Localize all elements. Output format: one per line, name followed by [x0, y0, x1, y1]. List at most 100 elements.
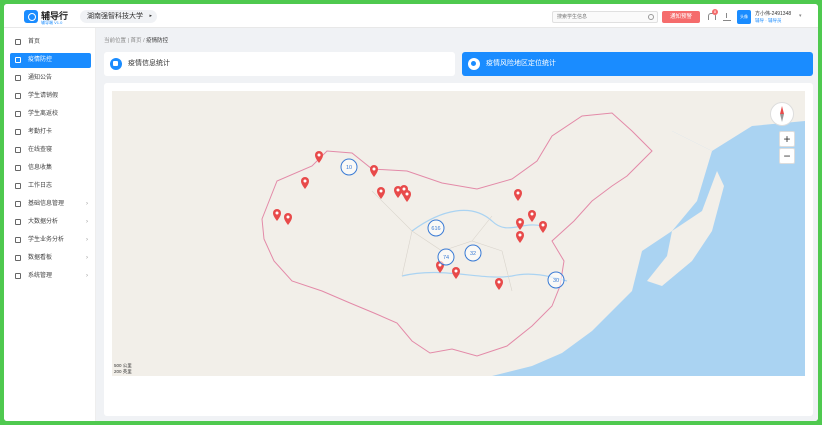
- business-icon: [15, 237, 21, 243]
- school-name: 湖南强智科技大学: [87, 13, 143, 20]
- search-input[interactable]: [553, 12, 643, 22]
- zoom-out-button[interactable]: −: [779, 148, 795, 164]
- sidebar-item-11[interactable]: 学生业务分析 ›: [10, 233, 91, 248]
- app-window: 辅导行 辅导端 V1.0 湖南强智科技大学 ▸ 通知预警 8 头像 方小伟-24…: [4, 4, 818, 421]
- analysis-icon: [15, 219, 21, 225]
- logo-icon: [24, 10, 38, 23]
- sidebar-item-7[interactable]: 信息收集: [10, 161, 91, 176]
- shield-icon: [15, 57, 21, 63]
- sidebar-item-label: 学生请销假: [28, 93, 59, 99]
- alert-notice-button[interactable]: 通知预警: [662, 11, 700, 23]
- avatar[interactable]: 头像: [737, 10, 751, 24]
- zoom-in-button[interactable]: +: [779, 131, 795, 147]
- chevron-right-icon: ›: [86, 201, 88, 207]
- map-cluster[interactable]: 74: [437, 248, 455, 266]
- map-pin-dot: [405, 192, 409, 196]
- sidebar-item-1[interactable]: 疫情防控: [10, 53, 91, 68]
- dorm-icon: [15, 147, 21, 153]
- checkin-icon: [15, 129, 21, 135]
- sidebar-item-8[interactable]: 工作日志: [10, 179, 91, 194]
- chevron-right-icon: ›: [86, 273, 88, 279]
- sidebar-item-13[interactable]: 系统管理 ›: [10, 269, 91, 284]
- search-icon[interactable]: [648, 14, 654, 20]
- sidebar-item-6[interactable]: 在线查寝: [10, 143, 91, 158]
- breadcrumb-current: 疫情防控: [146, 38, 169, 44]
- map-pin-dot: [541, 223, 545, 227]
- map-cluster[interactable]: 30: [547, 271, 565, 289]
- compass-icon[interactable]: [770, 102, 794, 126]
- map-cluster-count: 10: [346, 165, 352, 171]
- map-pin-dot: [516, 191, 520, 195]
- sidebar-item-label: 工作日志: [28, 183, 53, 189]
- sidebar-item-label: 在线查寝: [28, 147, 53, 153]
- sidebar-item-label: 学生业务分析: [28, 237, 65, 243]
- sidebar-item-label: 大数据分析: [28, 219, 59, 225]
- sidebar-item-5[interactable]: 考勤打卡: [10, 125, 91, 140]
- sidebar-item-label: 信息收集: [28, 165, 53, 171]
- download-icon[interactable]: [723, 13, 731, 21]
- building-icon: [15, 111, 21, 117]
- leave-icon: [15, 93, 21, 99]
- sidebar-item-12[interactable]: 数据看板 ›: [10, 251, 91, 266]
- map-pin-dot: [372, 167, 376, 171]
- location-icon: [468, 58, 480, 70]
- sidebar-item-label: 基础信息管理: [28, 201, 65, 207]
- map-pin-dot: [317, 153, 321, 157]
- map-cluster-count: 32: [470, 251, 476, 257]
- stats-icon: [110, 58, 122, 70]
- sidebar-item-9[interactable]: 基础信息管理 ›: [10, 197, 91, 212]
- map-cluster-count: 616: [431, 226, 440, 232]
- map-cluster-count: 30: [553, 278, 559, 284]
- sidebar-item-2[interactable]: 通知公告: [10, 71, 91, 86]
- sidebar-item-label: 数据看板: [28, 255, 53, 261]
- dashboard-icon: [15, 255, 21, 261]
- breadcrumb: 当前位置 | 首页 / 疫情防控: [104, 38, 169, 44]
- home-icon: [15, 39, 21, 45]
- sidebar-item-label: 疫情防控: [28, 57, 53, 63]
- sidebar-item-label: 考勤打卡: [28, 129, 53, 135]
- map-pin-dot: [438, 263, 442, 267]
- map-pin-dot: [402, 187, 406, 191]
- sidebar-item-4[interactable]: 学生离返校: [10, 107, 91, 122]
- map-pin-dot: [518, 233, 522, 237]
- sidebar: 首页疫情防控通知公告学生请销假学生离返校考勤打卡在线查寝信息收集工作日志基础信息…: [4, 28, 96, 421]
- sidebar-item-label: 学生离返校: [28, 111, 59, 117]
- tab-epidemic-stats[interactable]: 疫情信息统计: [104, 52, 455, 76]
- chevron-right-icon: ›: [86, 255, 88, 261]
- sidebar-item-label: 系统管理: [28, 273, 53, 279]
- sidebar-item-0[interactable]: 首页: [10, 35, 91, 50]
- risk-map[interactable]: 10 616 74 32 30 + − 500 公里 200 英里: [112, 91, 805, 376]
- map-cluster[interactable]: 32: [464, 244, 482, 262]
- chevron-down-icon[interactable]: ▾: [799, 13, 802, 19]
- info-icon: [15, 201, 21, 207]
- caret-right-icon: ▸: [149, 13, 152, 19]
- chevron-right-icon: ›: [86, 219, 88, 225]
- map-pin-dot: [303, 179, 307, 183]
- map-pin-dot: [530, 212, 534, 216]
- map-cluster[interactable]: 10: [340, 158, 358, 176]
- log-icon: [15, 183, 21, 189]
- chevron-right-icon: ›: [86, 237, 88, 243]
- map-cluster[interactable]: 616: [427, 219, 445, 237]
- user-role: 辅导 · 辅导员: [755, 18, 782, 23]
- scale-imperial: 200 英里: [114, 369, 132, 374]
- tab-risk-area-map[interactable]: 疫情风险地区定位统计: [462, 52, 813, 76]
- map-cluster-count: 74: [443, 255, 449, 261]
- collect-icon: [15, 165, 21, 171]
- map-pin-dot: [379, 189, 383, 193]
- map-canvas[interactable]: 10 616 74 32 30: [112, 91, 805, 376]
- map-pin-dot: [497, 280, 501, 284]
- search-box[interactable]: [552, 11, 658, 23]
- map-pin-dot: [275, 211, 279, 215]
- school-selector[interactable]: 湖南强智科技大学 ▸: [80, 10, 157, 23]
- top-header: 辅导行 辅导端 V1.0 湖南强智科技大学 ▸ 通知预警 8 头像 方小伟-24…: [4, 4, 818, 28]
- app-version: 辅导端 V1.0: [41, 20, 63, 25]
- map-pin-dot: [286, 215, 290, 219]
- sidebar-item-10[interactable]: 大数据分析 ›: [10, 215, 91, 230]
- breadcrumb-home[interactable]: 首页: [131, 38, 142, 44]
- main-content: 当前位置 | 首页 / 疫情防控 疫情信息统计 疫情风险地区定位统计 10 61…: [96, 28, 818, 421]
- sidebar-item-label: 通知公告: [28, 75, 53, 81]
- sidebar-item-3[interactable]: 学生请销假: [10, 89, 91, 104]
- map-pin-dot: [396, 188, 400, 192]
- user-name[interactable]: 方小伟-2491348: [755, 10, 791, 17]
